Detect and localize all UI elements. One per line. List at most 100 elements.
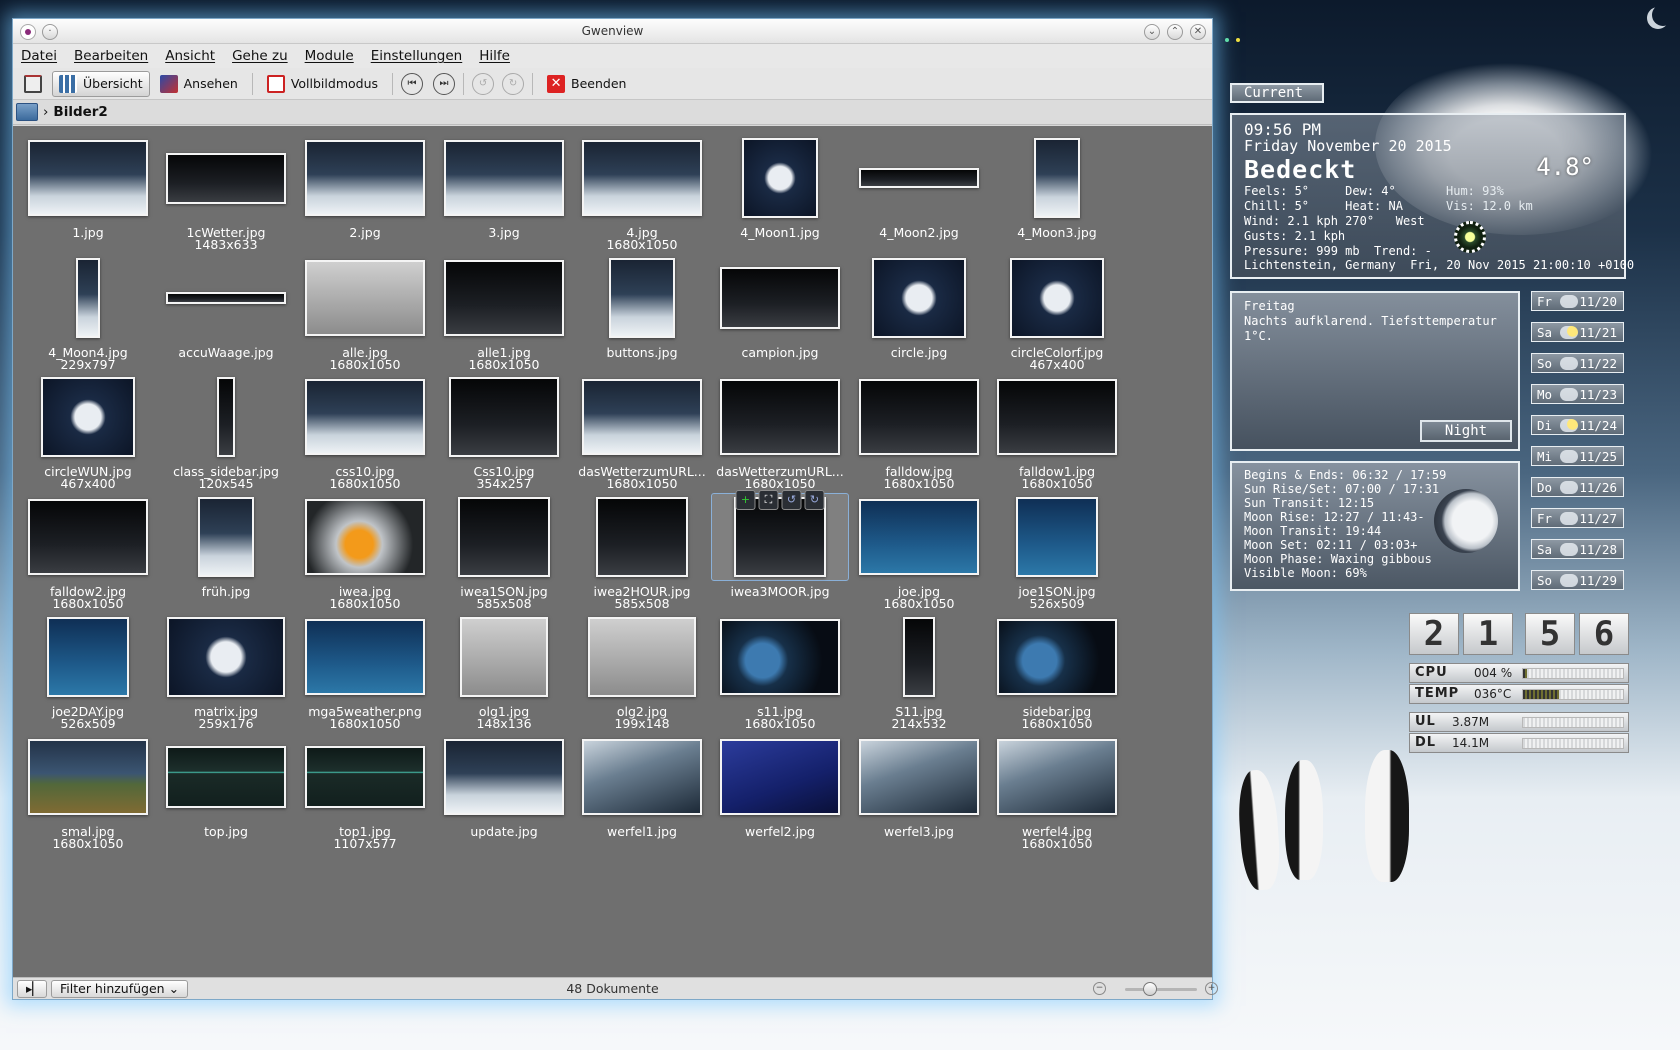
- thumbnail-item[interactable]: 4_Moon4.jpg 229x797: [19, 254, 157, 382]
- thumbnail-image[interactable]: [582, 739, 702, 815]
- thumbnail-image[interactable]: [444, 260, 564, 336]
- thumbnail-image[interactable]: [742, 138, 818, 218]
- thumbnail-item[interactable]: update.jpg: [435, 733, 573, 861]
- thumbnail-item[interactable]: werfel3.jpg: [850, 733, 988, 861]
- night-button[interactable]: Night: [1420, 420, 1512, 442]
- thumbnail-item[interactable]: 2.jpg: [296, 134, 434, 262]
- forecast-tile[interactable]: Fr 11/20: [1531, 291, 1624, 311]
- rotate-left-button[interactable]: ↺: [472, 72, 495, 95]
- forecast-tile[interactable]: Mo 11/23: [1531, 384, 1624, 404]
- menu-ansicht[interactable]: Ansicht: [165, 48, 215, 64]
- forecast-tile[interactable]: Mi 11/25: [1531, 446, 1624, 466]
- rotate-right-button[interactable]: ↻: [502, 72, 525, 95]
- home-button[interactable]: [18, 71, 48, 97]
- thumbnail-item[interactable]: 4.jpg 1680x1050: [573, 134, 711, 262]
- thumbnail-image[interactable]: [305, 746, 425, 808]
- thumbnail-item[interactable]: alle1.jpg 1680x1050: [435, 254, 573, 382]
- thumbnail-item[interactable]: 4_Moon3.jpg: [988, 134, 1126, 262]
- thumbnail-image[interactable]: [859, 168, 979, 188]
- thumbnail-image[interactable]: [582, 140, 702, 216]
- thumbnail-image[interactable]: [47, 617, 129, 697]
- thumbnail-item[interactable]: olg1.jpg 148x136: [435, 613, 573, 741]
- thumbnail-image[interactable]: [1016, 497, 1098, 577]
- forecast-tile[interactable]: So 11/29: [1531, 570, 1624, 590]
- thumbnail-image[interactable]: [582, 379, 702, 455]
- thumbnail-image[interactable]: [444, 739, 564, 815]
- thumbnail-item[interactable]: werfel1.jpg: [573, 733, 711, 861]
- thumbnail-image[interactable]: [305, 260, 425, 336]
- forecast-tile[interactable]: Di 11/24: [1531, 415, 1624, 435]
- thumbnail-item[interactable]: top1.jpg 1107x577: [296, 733, 434, 861]
- thumbnail-item[interactable]: joe.jpg 1680x1050: [850, 493, 988, 621]
- thumbnail-image[interactable]: [1034, 138, 1080, 218]
- previous-image-button[interactable]: ⏮: [401, 72, 424, 95]
- breadcrumb-folder[interactable]: Bilder2: [53, 104, 107, 120]
- thumbnail-item[interactable]: joe2DAY.jpg 526x509: [19, 613, 157, 741]
- thumbnail-item[interactable]: falldow.jpg 1680x1050: [850, 373, 988, 501]
- thumbnail-item[interactable]: iwea1SON.jpg 585x508: [435, 493, 573, 621]
- maximize-button[interactable]: ⌃: [1167, 24, 1183, 40]
- thumbnail-item[interactable]: iwea2HOUR.jpg 585x508: [573, 493, 711, 621]
- thumbnail-item[interactable]: olg2.jpg 199x148: [573, 613, 711, 741]
- folder-icon[interactable]: [16, 103, 38, 121]
- thumbnail-image[interactable]: [41, 377, 135, 457]
- thumbnail-image[interactable]: [217, 377, 235, 457]
- next-image-button[interactable]: ⏭: [433, 72, 456, 95]
- menu-module[interactable]: Module: [305, 48, 354, 64]
- thumbnail-item[interactable]: buttons.jpg: [573, 254, 711, 382]
- title-bar[interactable]: · Gwenview ⌄ ⌃ ✕: [13, 19, 1212, 44]
- menu-gehe-zu[interactable]: Gehe zu: [232, 48, 288, 64]
- thumbnail-image[interactable]: [859, 379, 979, 455]
- thumbnail-item[interactable]: css10.jpg 1680x1050: [296, 373, 434, 501]
- thumbnail-item[interactable]: 4_Moon1.jpg: [711, 134, 849, 262]
- thumbnail-item[interactable]: falldow2.jpg 1680x1050: [19, 493, 157, 621]
- minimize-button[interactable]: ⌄: [1144, 24, 1160, 40]
- thumbnail-image[interactable]: [720, 379, 840, 455]
- rotate-left-icon[interactable]: ↺: [781, 490, 802, 510]
- menu-einstellungen[interactable]: Einstellungen: [371, 48, 463, 64]
- menu-datei[interactable]: Datei: [21, 48, 57, 64]
- thumbnail-item[interactable]: werfel2.jpg: [711, 733, 849, 861]
- thumbnail-item[interactable]: campion.jpg: [711, 254, 849, 382]
- thumbnail-image[interactable]: [458, 497, 550, 577]
- zoom-in-icon[interactable]: +: [1205, 982, 1218, 995]
- thumbnail-item[interactable]: circleWUN.jpg 467x400: [19, 373, 157, 501]
- quit-button[interactable]: ✕ Beenden: [541, 71, 632, 97]
- forecast-tile[interactable]: Do 11/26: [1531, 477, 1624, 497]
- thumbnail-item[interactable]: matrix.jpg 259x176: [157, 613, 295, 741]
- thumbnail-image[interactable]: [720, 619, 840, 695]
- overview-button[interactable]: Übersicht: [52, 70, 150, 97]
- menu-bearbeiten[interactable]: Bearbeiten: [74, 48, 148, 64]
- thumbnail-item[interactable]: 1cWetter.jpg 1483x633: [157, 134, 295, 262]
- thumbnail-item[interactable]: alle.jpg 1680x1050: [296, 254, 434, 382]
- thumbnail-image[interactable]: [720, 267, 840, 329]
- fullscreen-icon[interactable]: ⛶: [758, 490, 779, 510]
- forecast-tile[interactable]: Sa 11/21: [1531, 322, 1624, 342]
- thumbnail-image[interactable]: [720, 739, 840, 815]
- thumbnail-image[interactable]: [305, 619, 425, 695]
- thumbnail-item[interactable]: falldow1.jpg 1680x1050: [988, 373, 1126, 501]
- thumbnail-image[interactable]: [997, 619, 1117, 695]
- select-plus-icon[interactable]: +: [735, 490, 756, 510]
- thumbnail-image[interactable]: [305, 379, 425, 455]
- thumbnail-item[interactable]: dasWetterzumURL... 1680x1050: [573, 373, 711, 501]
- thumbnail-image[interactable]: [460, 617, 548, 697]
- thumbnail-item[interactable]: smal.jpg 1680x1050: [19, 733, 157, 861]
- thumbnail-item[interactable]: sidebar.jpg 1680x1050: [988, 613, 1126, 741]
- thumbnail-image[interactable]: [444, 140, 564, 216]
- thumbnail-image[interactable]: [859, 499, 979, 575]
- thumbnail-item[interactable]: dasWetterzumURL... 1680x1050: [711, 373, 849, 501]
- thumbnail-item[interactable]: iwea.jpg 1680x1050: [296, 493, 434, 621]
- thumbnail-item[interactable]: Css10.jpg 354x257: [435, 373, 573, 501]
- thumbnail-image[interactable]: [596, 497, 688, 577]
- view-button[interactable]: Ansehen: [154, 71, 244, 97]
- zoom-out-icon[interactable]: −: [1093, 982, 1106, 995]
- thumbnail-item[interactable]: S11.jpg 214x532: [850, 613, 988, 741]
- thumbnail-image[interactable]: [588, 617, 696, 697]
- thumbnail-image[interactable]: [166, 152, 286, 204]
- thumbnail-item[interactable]: circleColorf.jpg 467x400: [988, 254, 1126, 382]
- thumbnail-item[interactable]: circle.jpg: [850, 254, 988, 382]
- forecast-tile[interactable]: So 11/22: [1531, 353, 1624, 373]
- thumbnail-image[interactable]: [198, 497, 254, 577]
- thumbnail-image[interactable]: [997, 379, 1117, 455]
